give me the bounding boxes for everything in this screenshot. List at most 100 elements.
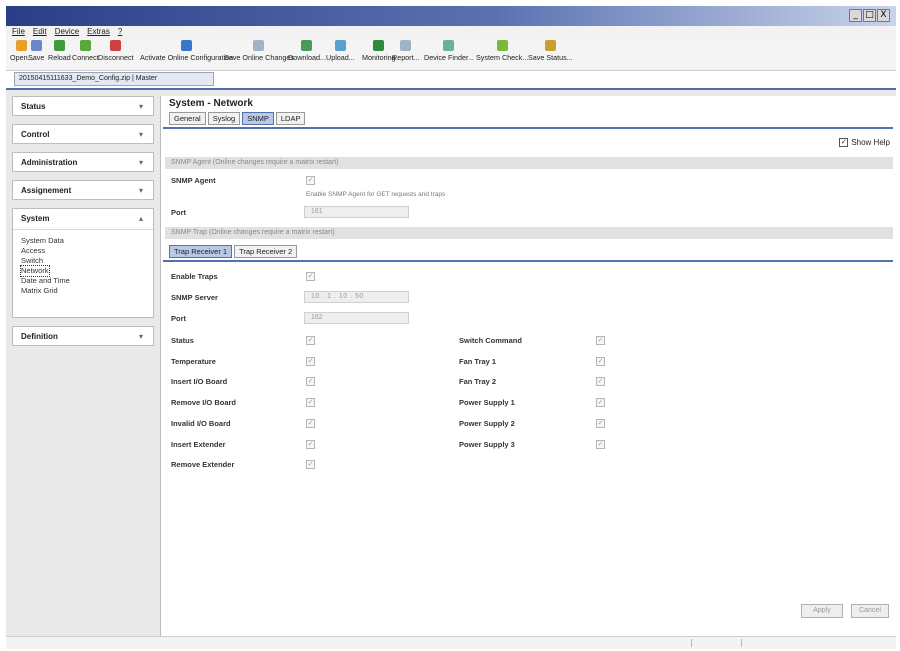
monitoring-button[interactable]: Monitoring [362,40,396,62]
chevron-down-icon: ▾ [138,332,143,341]
chevron-down-icon: ▾ [138,102,143,111]
ip-octet-2: 1 [327,293,332,300]
download-icon [301,40,313,51]
toolbar-label: Save Status... [528,53,573,62]
sidebar-item-matrix-grid[interactable]: Matrix Grid [21,286,145,296]
show-help-checkbox[interactable]: ✓ [839,138,849,147]
trap-checkbox[interactable]: ✓ [596,398,605,408]
maximize-button[interactable]: □ [863,9,876,22]
disconnect-plug-button[interactable]: Disconnect [98,40,134,62]
main-panel: System - Network General Syslog SNMP LDAP ✓… [160,96,896,636]
window-controls: _ □ X [849,9,890,22]
trap-label: Fan Tray 1 [459,356,497,366]
trap-label: Status [171,336,194,345]
trap-checkbox[interactable]: ✓ [306,398,315,408]
sidebar-header[interactable]: Assignement ▾ [13,181,153,201]
tab-trap-receiver-2[interactable]: Trap Receiver 2 [234,245,298,258]
show-help-toggle[interactable]: ✓ Show Help [839,138,890,147]
menu-file[interactable]: File [12,26,25,38]
menu-extras[interactable]: Extras [87,26,110,38]
snmp-server-ip-input[interactable]: 10 . 1 . 10 . 50 [304,291,409,303]
trap-port-input[interactable]: 162 [304,312,409,324]
connect-plug-button[interactable]: Connect [72,40,99,62]
report-button[interactable]: Report... [392,40,420,62]
sidebar-header[interactable]: Control ▾ [13,125,153,145]
activate-icon [181,40,193,51]
menu-device[interactable]: Device [55,26,79,38]
upload-button[interactable]: Upload... [326,40,355,62]
snmp-agent-checkbox[interactable]: ✓ [306,176,315,185]
trap-checkbox[interactable]: ✓ [596,356,605,366]
toolbar-label: Save [28,53,45,62]
save-button[interactable]: Save [28,40,44,62]
tab-syslog[interactable]: Syslog [207,112,241,125]
cancel-button[interactable]: Cancel [851,604,889,618]
sidebar-item-system-data[interactable]: System Data [21,236,145,246]
config-file-tab[interactable]: 20150415111633_Demo_Config.zip | Master [14,72,214,86]
tab-trap-receiver-1[interactable]: Trap Receiver 1 [169,245,233,258]
trap-checkbox[interactable]: ✓ [306,377,315,387]
trap-tab-divider [163,260,893,262]
tab-general[interactable]: General [169,112,206,125]
toolbar-label: Report... [392,53,420,62]
toolbar-label: Disconnect [98,53,134,62]
menu-help[interactable]: ? [118,26,122,38]
sidebar-item-switch[interactable]: Switch [21,256,145,266]
agent-port-input[interactable]: 161 [304,206,409,218]
status-divider [741,639,742,647]
trap-checkbox[interactable]: ✓ [306,418,315,428]
apply-button[interactable]: Apply [801,604,843,618]
trap-checkbox[interactable]: ✓ [306,336,315,345]
agent-port-label: Port [171,208,186,217]
upload-icon [334,40,346,51]
ip-octet-3: 10 [338,293,348,300]
snmp-trap-section: SNMP Trap (Online changes require a matr… [165,227,893,239]
sidebar-header[interactable]: Administration ▾ [13,153,153,173]
sidebar-item-access[interactable]: Access [21,246,145,256]
trap-checkbox[interactable]: ✓ [306,356,315,366]
trap-checkbox[interactable]: ✓ [596,418,605,428]
reload-icon [53,40,65,51]
toolbar-label: Save Online Changes [224,53,294,62]
trap-label: Insert I/O Board [171,377,228,387]
system-check-button[interactable]: System Check... [476,40,528,62]
window-titlebar: _ □ X [6,6,896,26]
save-icon [30,40,42,51]
show-help-label: Show Help [851,138,890,147]
sidebar-item-network[interactable]: Network [20,265,50,277]
menu-edit[interactable]: Edit [33,26,47,38]
tab-ldap[interactable]: LDAP [275,112,306,125]
activate-button[interactable]: Activate Online Configuration [140,40,233,62]
sidebar-header-label: Control [21,130,50,139]
connect-plug-icon [79,40,91,51]
trap-checkbox[interactable]: ✓ [306,460,315,470]
sidebar-links: System Data Access Switch Network Date and T… [13,230,153,302]
trap-label: Remove Extender [171,460,235,470]
sidebar-header[interactable]: Status ▾ [13,97,153,117]
trap-checkbox[interactable]: ✓ [596,439,605,449]
trap-checkbox[interactable]: ✓ [306,439,315,449]
trap-checkbox[interactable]: ✓ [596,336,605,345]
toolbar-label: Activate Online Configuration [140,53,234,62]
tab-snmp[interactable]: SNMP [242,112,274,125]
toolbar-label: Monitoring [362,53,396,62]
sidebar-header[interactable]: System ▴ [13,209,153,230]
sidebar: Status ▾ Control ▾ Administration ▾ Assignemen… [12,96,154,636]
sidebar-header[interactable]: Definition ▾ [13,327,153,347]
trap-label: Fan Tray 2 [459,377,497,387]
reload-button[interactable]: Reload [48,40,71,62]
tab-divider [163,127,893,129]
trap-checkbox[interactable]: ✓ [596,377,605,387]
sidebar-item-date-and-time[interactable]: Date and Time [21,276,145,286]
download-button[interactable]: Download... [288,40,326,62]
close-button[interactable]: X [877,9,890,22]
enable-traps-checkbox[interactable]: ✓ [306,272,315,281]
save-online-button[interactable]: Save Online Changes [224,40,294,62]
device-finder-button[interactable]: Device Finder... [424,40,474,62]
trap-label: Power Supply 3 [459,439,515,449]
minimize-button[interactable]: _ [849,9,862,22]
save-status-button[interactable]: Save Status... [528,40,573,62]
menu-bar: File Edit Device Extras ? [6,26,896,38]
folder-open-icon [16,40,28,51]
trap-label: Invalid I/O Board [171,418,231,428]
